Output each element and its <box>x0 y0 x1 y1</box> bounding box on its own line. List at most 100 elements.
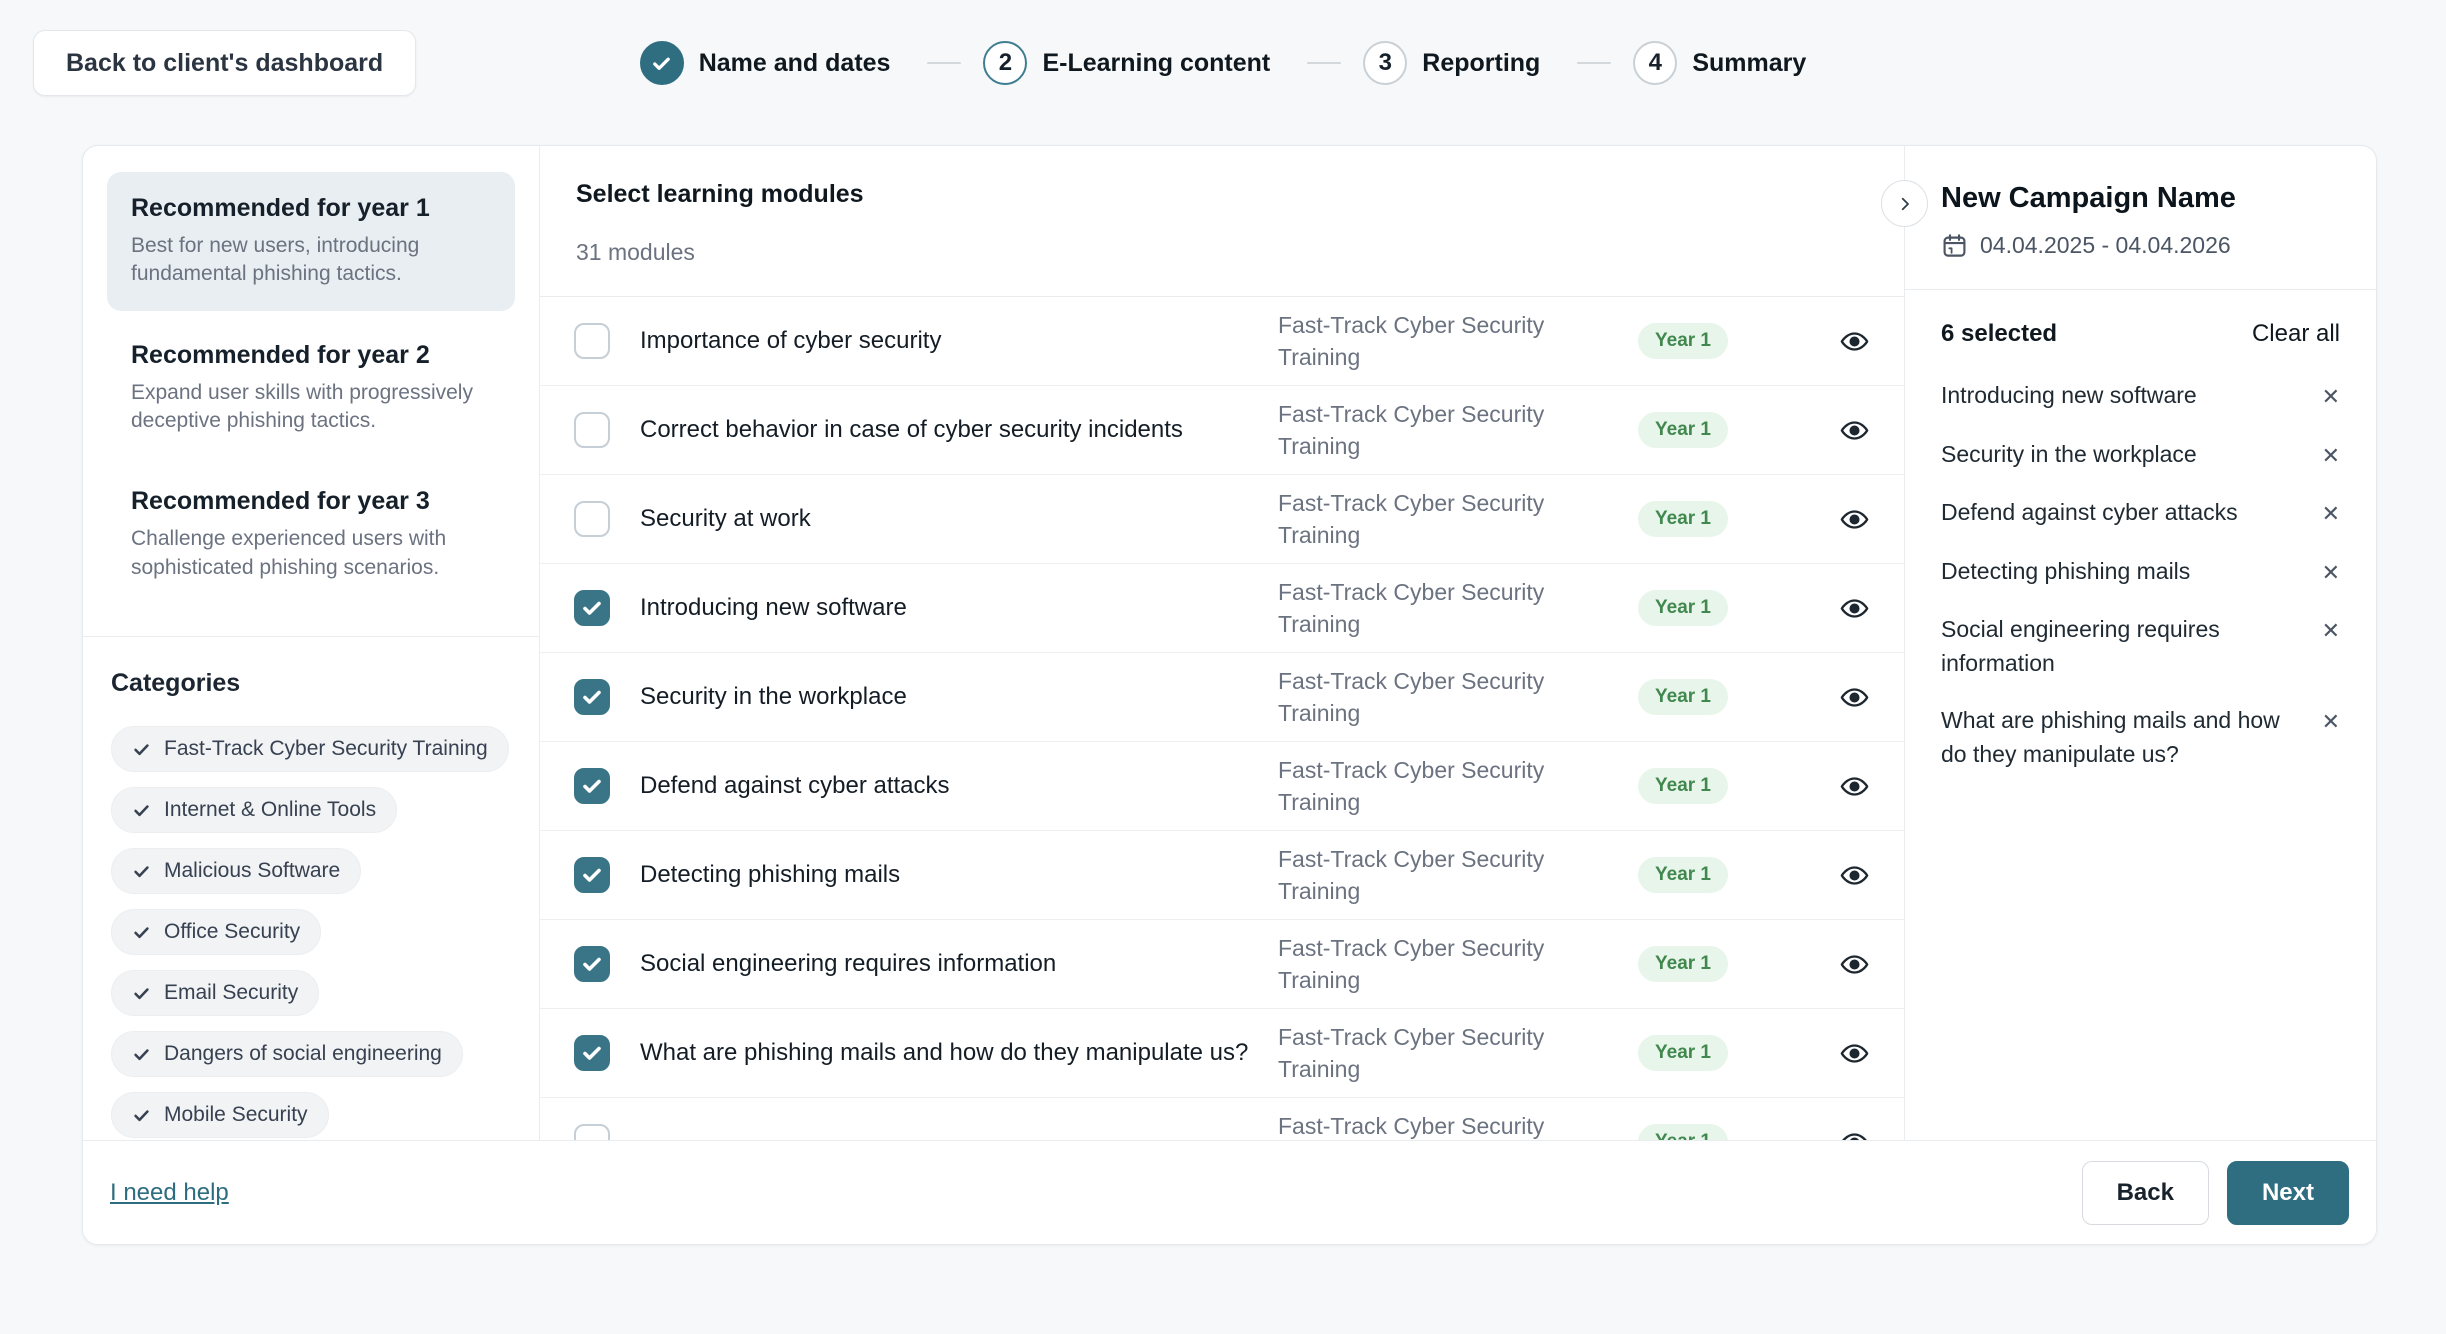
selected-module-label: Security in the workplace <box>1941 437 2300 471</box>
preview-cell <box>1788 593 1878 624</box>
remove-module-icon[interactable]: ✕ <box>2322 706 2340 739</box>
modules-panel: Select learning modules 31 modules Impor… <box>540 146 1904 1140</box>
module-row: Security in the workplace Fast-Track Cyb… <box>540 653 1904 742</box>
module-row: Security at work Fast-Track Cyber Securi… <box>540 475 1904 564</box>
module-row: Correct behavior in case of cyber securi… <box>540 386 1904 475</box>
eye-icon[interactable] <box>1839 326 1870 357</box>
module-checkbox[interactable] <box>574 323 610 359</box>
eye-icon[interactable] <box>1839 593 1870 624</box>
remove-module-icon[interactable]: ✕ <box>2322 498 2340 531</box>
check-icon <box>580 685 604 709</box>
step-circle: 2 <box>983 41 1027 85</box>
module-checkbox[interactable] <box>574 412 610 448</box>
module-checkbox[interactable] <box>574 590 610 626</box>
eye-icon[interactable] <box>1839 949 1870 980</box>
next-button[interactable]: Next <box>2227 1161 2349 1225</box>
campaign-summary-panel: New Campaign Name 04.04.2025 - 04.04.202… <box>1904 146 2376 1140</box>
year-badge-cell: Year 1 <box>1608 1124 1758 1140</box>
step-circle: 1 <box>640 41 684 85</box>
eye-icon[interactable] <box>1839 682 1870 713</box>
category-filter-pill[interactable]: Office Security <box>111 909 321 955</box>
category-filter-pill[interactable]: Internet & Online Tools <box>111 787 397 833</box>
module-checkbox[interactable] <box>574 857 610 893</box>
module-checkbox[interactable] <box>574 768 610 804</box>
stepper-step[interactable]: 2 E-Learning content <box>983 41 1363 85</box>
recommendation-option[interactable]: Recommended for year 2 Expand user skill… <box>107 319 515 458</box>
selected-module-item: Introducing new software ✕ <box>1941 378 2340 414</box>
remove-module-icon[interactable]: ✕ <box>2322 615 2340 648</box>
campaign-dates-row: 04.04.2025 - 04.04.2026 <box>1941 232 2340 259</box>
check-icon <box>132 740 151 759</box>
check-icon <box>580 596 604 620</box>
module-title: Security at work <box>640 505 1248 533</box>
eye-icon[interactable] <box>1839 504 1870 535</box>
wizard-stepper: 1 Name and dates 2 E-Learning content 3 … <box>0 41 2446 85</box>
module-checkbox[interactable] <box>574 946 610 982</box>
selected-modules-section: 6 selected Clear all Introducing new sof… <box>1905 290 2376 824</box>
module-checkbox[interactable] <box>574 1035 610 1071</box>
remove-module-icon[interactable]: ✕ <box>2322 381 2340 414</box>
year-badge: Year 1 <box>1638 501 1728 537</box>
year-badge-cell: Year 1 <box>1608 1035 1758 1071</box>
module-list: Importance of cyber security Fast-Track … <box>540 297 1904 1140</box>
check-icon <box>132 801 151 820</box>
category-pill-label: Email Security <box>164 981 298 1005</box>
categories-section: Categories Fast-Track Cyber Security Tra… <box>83 637 539 1140</box>
check-icon <box>580 952 604 976</box>
check-icon <box>132 1106 151 1125</box>
step-number: 4 <box>1649 49 1662 77</box>
eye-icon[interactable] <box>1839 860 1870 891</box>
module-title: Introducing new software <box>640 594 1248 622</box>
module-title: Importance of cyber security <box>640 327 1248 355</box>
preview-cell <box>1788 1127 1878 1141</box>
recommendation-title: Recommended for year 3 <box>131 487 491 516</box>
module-title: Defend against cyber attacks <box>640 772 1248 800</box>
preview-cell <box>1788 1038 1878 1069</box>
selected-module-item: Social engineering requires information … <box>1941 612 2340 680</box>
calendar-icon <box>1941 232 1968 259</box>
remove-module-icon[interactable]: ✕ <box>2322 557 2340 590</box>
remove-module-icon[interactable]: ✕ <box>2322 440 2340 473</box>
recommendation-description: Challenge experienced users with sophist… <box>131 525 491 582</box>
modules-count: 31 modules <box>576 239 1868 266</box>
stepper-step[interactable]: 3 Reporting <box>1363 41 1633 85</box>
stepper-step[interactable]: 4 Summary <box>1633 41 1806 85</box>
module-row: Social engineering requires information … <box>540 920 1904 1009</box>
step-connector <box>1307 62 1341 64</box>
preview-cell <box>1788 860 1878 891</box>
selected-module-item: Detecting phishing mails ✕ <box>1941 554 2340 590</box>
year-badge: Year 1 <box>1638 323 1728 359</box>
category-filter-pill[interactable]: Fast-Track Cyber Security Training <box>111 726 509 772</box>
recommendation-option[interactable]: Recommended for year 1 Best for new user… <box>107 172 515 311</box>
category-filter-pill[interactable]: Mobile Security <box>111 1092 329 1138</box>
module-checkbox[interactable] <box>574 501 610 537</box>
category-filter-pill[interactable]: Malicious Software <box>111 848 361 894</box>
eye-icon[interactable] <box>1839 1127 1870 1141</box>
eye-icon[interactable] <box>1839 1038 1870 1069</box>
card-body: Recommended for year 1 Best for new user… <box>83 146 2376 1140</box>
category-filter-pill[interactable]: Dangers of social engineering <box>111 1031 463 1077</box>
check-icon <box>580 863 604 887</box>
back-button[interactable]: Back <box>2082 1161 2209 1225</box>
step-label: Name and dates <box>699 49 891 78</box>
year-badge-cell: Year 1 <box>1608 857 1758 893</box>
module-checkbox[interactable] <box>574 1124 610 1140</box>
category-pill-label: Mobile Security <box>164 1103 308 1127</box>
collapse-panel-button[interactable] <box>1881 180 1928 227</box>
clear-all-button[interactable]: Clear all <box>2252 320 2340 348</box>
module-checkbox[interactable] <box>574 679 610 715</box>
eye-icon[interactable] <box>1839 415 1870 446</box>
stepper-step[interactable]: 1 Name and dates <box>640 41 984 85</box>
eye-icon[interactable] <box>1839 771 1870 802</box>
recommendation-option[interactable]: Recommended for year 3 Challenge experie… <box>107 465 515 604</box>
year-badge: Year 1 <box>1638 946 1728 982</box>
category-filter-pill[interactable]: Email Security <box>111 970 319 1016</box>
category-pill-label: Fast-Track Cyber Security Training <box>164 737 488 761</box>
chevron-right-icon <box>1896 195 1914 213</box>
year-badge: Year 1 <box>1638 590 1728 626</box>
year-badge: Year 1 <box>1638 1035 1728 1071</box>
categories-heading: Categories <box>111 669 511 698</box>
help-link[interactable]: I need help <box>110 1179 229 1207</box>
wizard-footer: I need help Back Next <box>83 1140 2376 1244</box>
module-title: Security in the workplace <box>640 683 1248 711</box>
